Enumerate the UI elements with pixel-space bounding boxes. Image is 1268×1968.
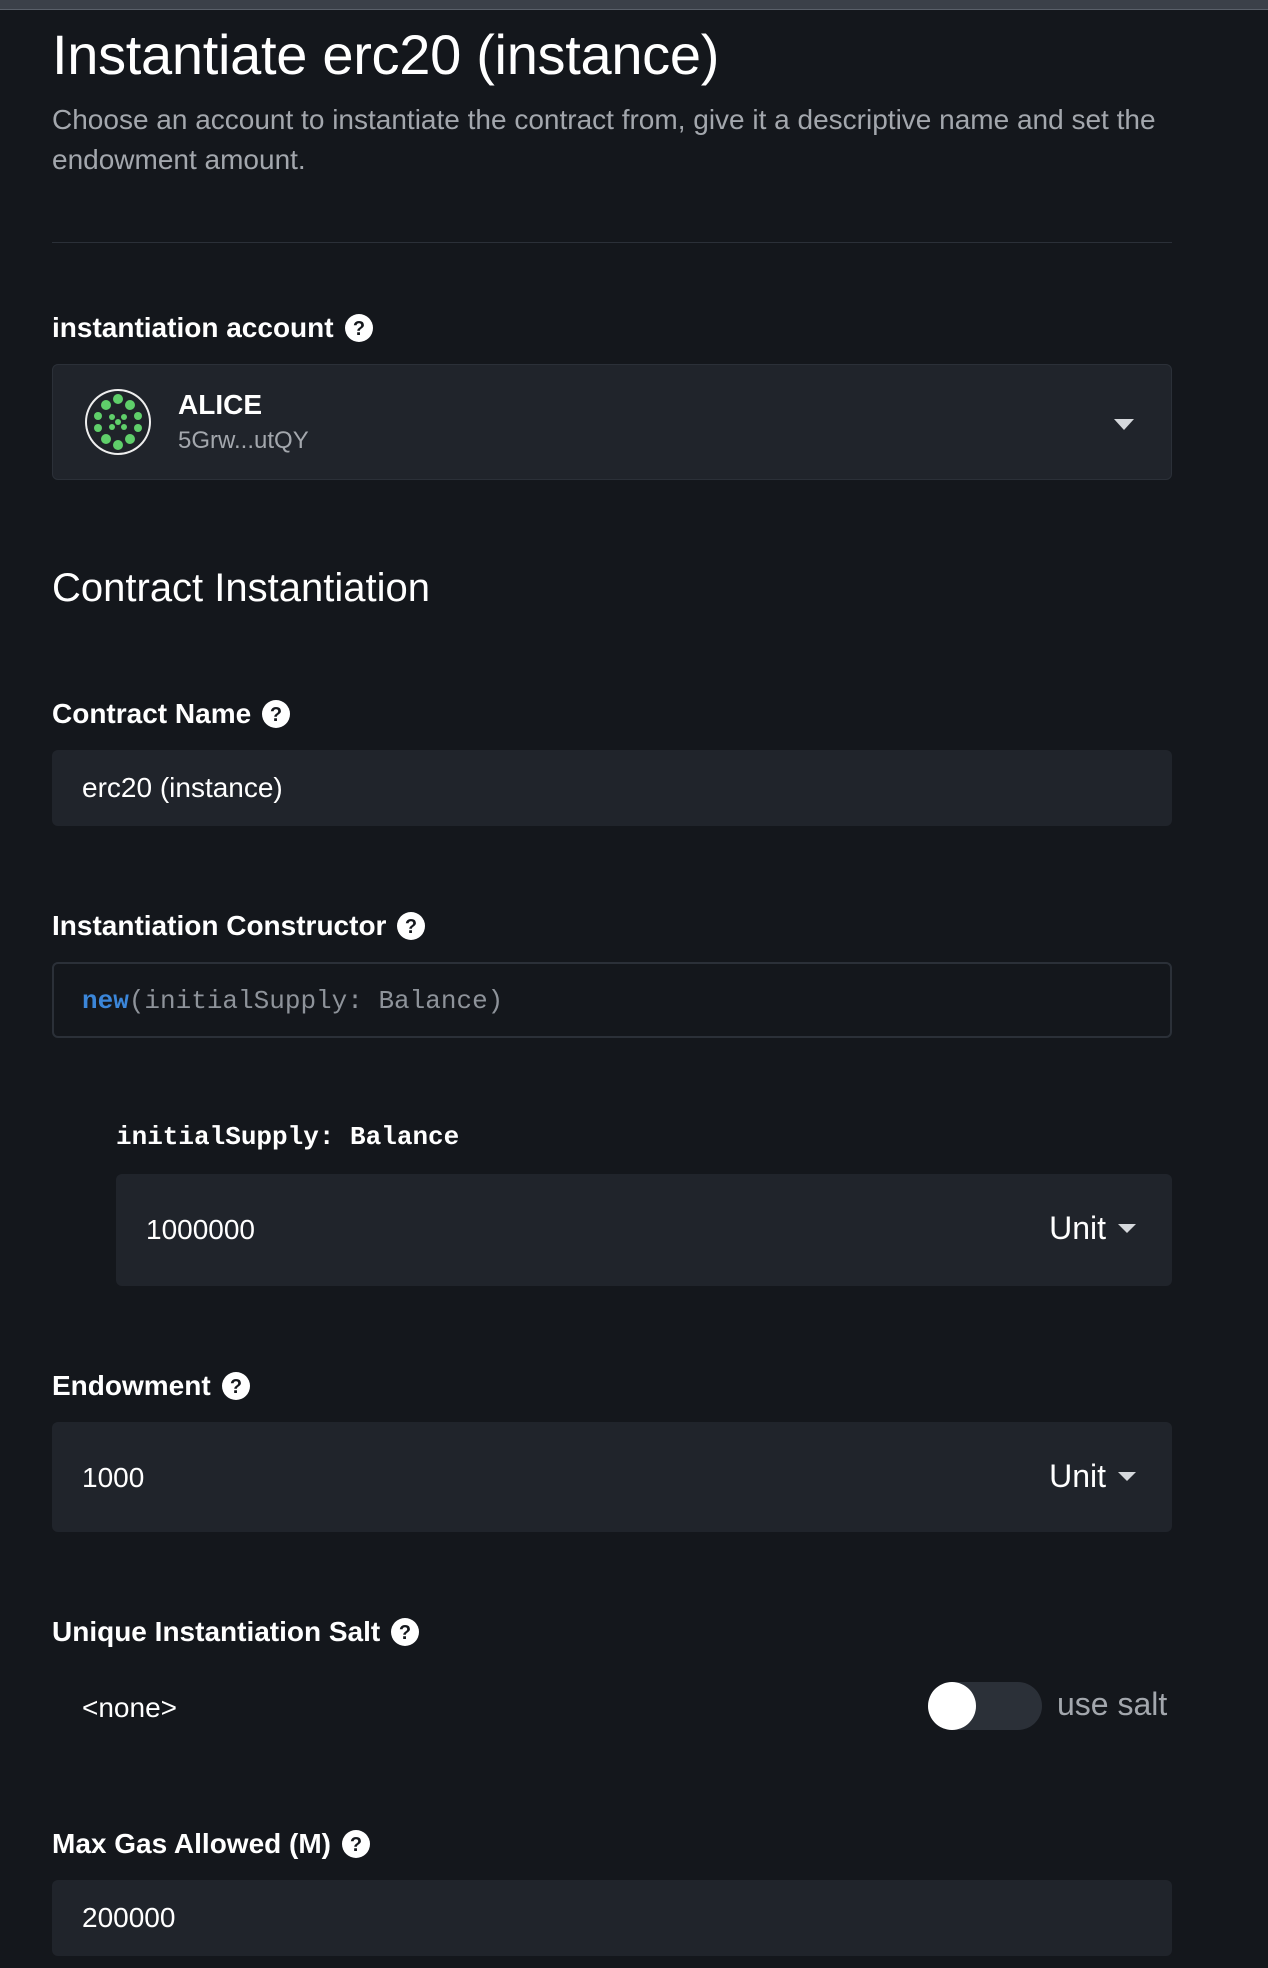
caret-down-icon bbox=[1118, 1472, 1136, 1481]
help-icon[interactable]: ? bbox=[396, 911, 426, 941]
unit-selector[interactable]: Unit bbox=[1049, 1210, 1136, 1247]
page-subtitle: Choose an account to instantiate the con… bbox=[52, 104, 1156, 175]
svg-text:?: ? bbox=[270, 704, 282, 726]
gas-label-row: Max Gas Allowed (M) ? bbox=[52, 1826, 371, 1862]
section-title: Contract Instantiation bbox=[52, 566, 430, 610]
endowment-label-row: Endowment ? bbox=[52, 1368, 251, 1404]
constructor-signature: new(initialSupply: Balance) bbox=[82, 986, 503, 1016]
page-title: Instantiate erc20 (instance) bbox=[52, 23, 720, 86]
max-gas-input[interactable]: 200000 bbox=[52, 1880, 1172, 1956]
account-address: 5Grw...utQY bbox=[178, 427, 309, 454]
constructor-params: (initialSupply: Balance) bbox=[128, 986, 504, 1016]
account-avatar-icon bbox=[83, 387, 153, 462]
help-icon[interactable]: ? bbox=[344, 313, 374, 343]
help-icon[interactable]: ? bbox=[261, 699, 291, 729]
account-label-row: instantiation account ? bbox=[52, 310, 374, 346]
use-salt-label: use salt bbox=[1057, 1686, 1168, 1722]
unit-label: Unit bbox=[1049, 1210, 1106, 1246]
unit-label: Unit bbox=[1049, 1458, 1106, 1494]
unit-selector[interactable]: Unit bbox=[1049, 1458, 1136, 1495]
max-gas-value: 200000 bbox=[82, 1902, 176, 1933]
svg-text:?: ? bbox=[405, 916, 417, 938]
constructor-label: Instantiation Constructor bbox=[52, 910, 387, 941]
salt-label: Unique Instantiation Salt bbox=[52, 1616, 381, 1647]
svg-text:?: ? bbox=[350, 1834, 362, 1856]
divider bbox=[52, 242, 1172, 243]
caret-down-icon bbox=[1114, 418, 1134, 436]
use-salt-toggle[interactable] bbox=[928, 1682, 1042, 1730]
constructor-keyword: new bbox=[82, 986, 129, 1016]
account-name: ALICE bbox=[178, 389, 262, 420]
window-top-bar bbox=[0, 0, 1268, 10]
svg-text:?: ? bbox=[399, 1622, 411, 1644]
account-label: instantiation account bbox=[52, 312, 334, 343]
gas-label: Max Gas Allowed (M) bbox=[52, 1828, 332, 1859]
param-label: initialSupply: Balance bbox=[116, 1122, 460, 1152]
svg-text:?: ? bbox=[352, 318, 364, 340]
salt-value: <none> bbox=[82, 1692, 177, 1723]
initial-supply-input[interactable]: 1000000 Unit bbox=[116, 1174, 1172, 1286]
initial-supply-value: 1000000 bbox=[146, 1214, 256, 1245]
constructor-label-row: Instantiation Constructor ? bbox=[52, 908, 426, 944]
endowment-value: 1000 bbox=[82, 1462, 145, 1493]
endowment-input[interactable]: 1000 Unit bbox=[52, 1422, 1172, 1532]
contract-name-value: erc20 (instance) bbox=[82, 772, 283, 803]
account-selector[interactable]: ALICE 5Grw...utQY bbox=[52, 364, 1172, 480]
contract-name-input[interactable]: erc20 (instance) bbox=[52, 750, 1172, 826]
help-icon[interactable]: ? bbox=[390, 1617, 420, 1647]
constructor-select[interactable]: new(initialSupply: Balance) bbox=[52, 962, 1172, 1038]
endowment-label: Endowment bbox=[52, 1370, 211, 1401]
salt-label-row: Unique Instantiation Salt ? bbox=[52, 1614, 420, 1650]
svg-text:?: ? bbox=[230, 1376, 242, 1398]
toggle-knob bbox=[928, 1682, 976, 1730]
help-icon[interactable]: ? bbox=[341, 1829, 371, 1859]
help-icon[interactable]: ? bbox=[221, 1371, 251, 1401]
contract-name-label-row: Contract Name ? bbox=[52, 696, 291, 732]
contract-name-label: Contract Name bbox=[52, 698, 252, 729]
caret-down-icon bbox=[1118, 1224, 1136, 1233]
